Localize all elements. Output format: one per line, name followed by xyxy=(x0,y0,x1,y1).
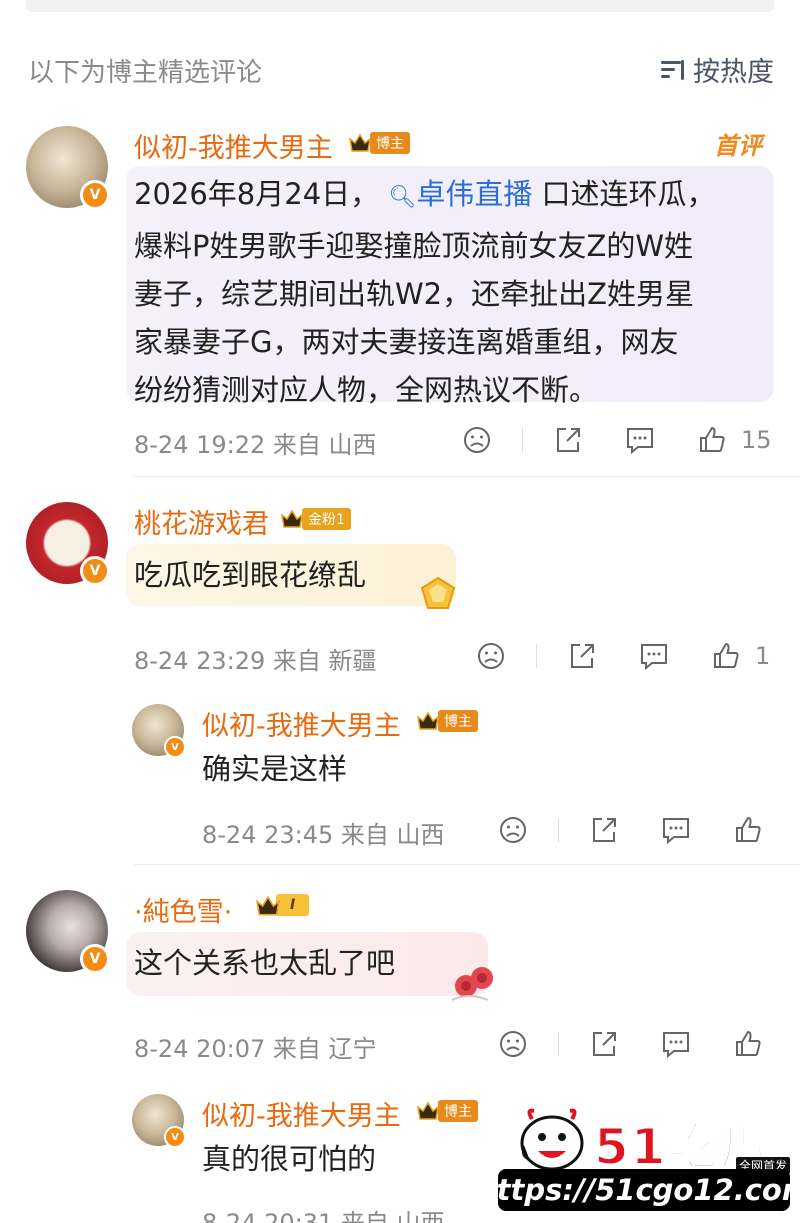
avatar[interactable]: V xyxy=(26,502,110,586)
search-icon: 🔍︎ xyxy=(388,185,417,210)
dislike-icon[interactable] xyxy=(496,813,530,847)
comment-actions: 15 xyxy=(460,423,774,457)
sort-icon xyxy=(661,57,687,83)
divider xyxy=(536,644,537,668)
comment-actions: 1 xyxy=(474,639,774,673)
dislike-icon[interactable] xyxy=(460,423,494,457)
crown-icon xyxy=(348,131,372,155)
share-icon[interactable] xyxy=(551,423,585,457)
like-icon[interactable] xyxy=(731,1027,765,1061)
comment-author[interactable]: 桃花游戏君 xyxy=(134,502,269,541)
divider xyxy=(558,1032,559,1056)
verified-badge-icon: V xyxy=(164,1126,186,1148)
like-icon[interactable] xyxy=(695,423,729,457)
like-icon[interactable] xyxy=(731,813,765,847)
crown-icon xyxy=(416,1099,440,1123)
divider xyxy=(558,818,559,842)
member-badge: I xyxy=(254,893,310,917)
dislike-icon[interactable] xyxy=(474,639,508,673)
like-icon[interactable] xyxy=(709,639,743,673)
reply-time: 8-24 23:45 来自 山西 xyxy=(202,821,445,849)
gem-sticker-icon xyxy=(420,576,456,610)
like-count: 1 xyxy=(755,642,771,670)
crown-icon xyxy=(254,893,280,917)
divider xyxy=(134,864,800,865)
avatar[interactable]: V xyxy=(26,126,110,210)
comment-text: 2026年8月24日， 🔍︎卓伟直播 口述连环瓜， 爆料P姓男歌手迎娶撞脸顶流前… xyxy=(134,177,716,407)
site-watermark: 51吃瓜 全网首发 https://51cgo12.com xyxy=(476,1105,800,1215)
blogger-badge: 博主 xyxy=(416,1099,478,1123)
comment-author[interactable]: ·純色雪· xyxy=(134,890,232,929)
share-icon[interactable] xyxy=(565,639,599,673)
share-icon[interactable] xyxy=(587,813,621,847)
topic-link[interactable]: 🔍︎卓伟直播 xyxy=(379,177,532,211)
site-url[interactable]: https://51cgo12.com xyxy=(476,1169,800,1211)
divider xyxy=(522,428,523,452)
comment-time: 8-24 20:07 来自 辽宁 xyxy=(134,1035,377,1063)
section-title: 以下为博主精选评论 xyxy=(28,58,263,88)
sort-by-hot-button[interactable]: 按热度 xyxy=(661,50,774,89)
dislike-icon[interactable] xyxy=(496,1027,530,1061)
comment-text: 这个关系也太乱了吧 xyxy=(134,946,396,980)
cow-mascot-icon xyxy=(512,1105,594,1175)
comment-icon[interactable] xyxy=(637,639,671,673)
comment-icon[interactable] xyxy=(623,423,657,457)
sort-label: 按热度 xyxy=(693,57,774,88)
comment-time: 8-24 23:29 来自 新疆 xyxy=(134,647,377,675)
share-icon[interactable] xyxy=(587,1027,621,1061)
comments-header: 以下为博主精选评论 按热度 xyxy=(28,50,774,89)
blogger-badge: 博主 xyxy=(416,709,478,733)
blogger-badge: 博主 xyxy=(348,131,410,155)
comment-icon[interactable] xyxy=(659,813,693,847)
reply-time: 8-24 20:31 来自 山西 xyxy=(202,1209,445,1223)
verified-badge-icon: V xyxy=(80,944,110,974)
top-divider-bar xyxy=(26,0,774,12)
crown-icon xyxy=(280,507,304,531)
comment-actions xyxy=(496,1027,774,1061)
crown-icon xyxy=(416,709,440,733)
first-comment-tag: 首评 xyxy=(714,132,762,160)
like-count: 15 xyxy=(741,426,772,454)
comment-icon[interactable] xyxy=(659,1027,693,1061)
reply-actions xyxy=(496,813,774,847)
reply-text: 确实是这样 xyxy=(202,752,348,786)
verified-badge-icon: V xyxy=(80,556,110,586)
comment-time: 8-24 19:22 来自 山西 xyxy=(134,431,377,459)
divider xyxy=(134,476,800,477)
fan-badge: 金粉1 xyxy=(280,507,351,531)
reply-avatar[interactable]: V xyxy=(132,1094,186,1148)
rose-sticker-icon xyxy=(448,962,502,1006)
reply-text: 真的很可怕的 xyxy=(202,1142,377,1176)
reply-author[interactable]: 似初-我推大男主 xyxy=(202,1094,401,1133)
reply-avatar[interactable]: V xyxy=(132,704,186,758)
verified-badge-icon: V xyxy=(164,736,186,758)
verified-badge-icon: V xyxy=(80,180,110,210)
comment-text: 吃瓜吃到眼花缭乱 xyxy=(134,558,367,592)
reply-author[interactable]: 似初-我推大男主 xyxy=(202,704,401,743)
avatar[interactable]: V xyxy=(26,890,110,974)
comment-author[interactable]: 似初-我推大男主 xyxy=(134,126,333,165)
